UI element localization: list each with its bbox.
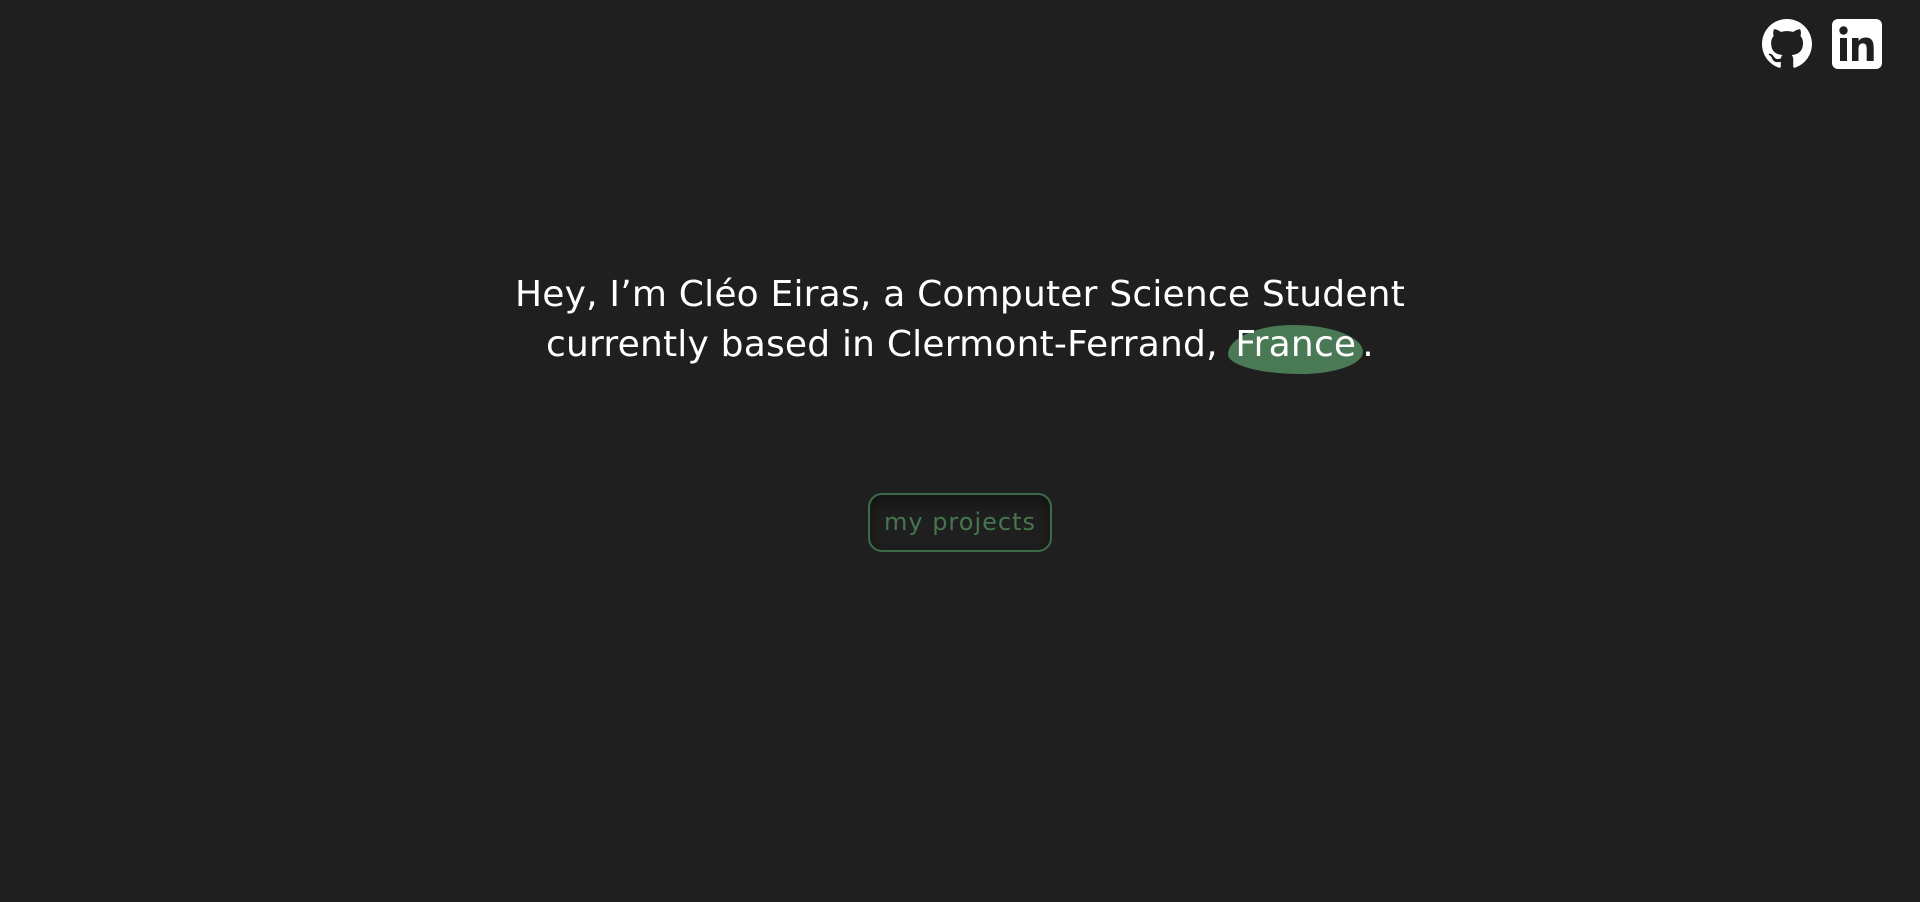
role-text: , a Computer Science Student	[859, 274, 1406, 315]
name-link[interactable]: Cléo Eiras	[678, 270, 861, 320]
location-text: currently based in Clermont-Ferrand,	[546, 324, 1230, 365]
social-links	[1762, 19, 1882, 69]
intro-line-2: currently based in Clermont-Ferrand, Fra…	[0, 320, 1920, 374]
period-text: .	[1362, 324, 1374, 365]
country-highlight: France	[1228, 320, 1364, 374]
linkedin-link[interactable]	[1832, 19, 1882, 69]
github-link[interactable]	[1762, 19, 1812, 69]
intro-line-1: Hey, I’m Cléo Eiras, a Computer Science …	[0, 270, 1920, 320]
github-icon	[1762, 19, 1812, 68]
cta-container: my projects	[0, 493, 1920, 552]
greeting-text: Hey, I’m	[514, 274, 679, 315]
linkedin-icon	[1832, 19, 1882, 69]
hero-intro: Hey, I’m Cléo Eiras, a Computer Science …	[0, 270, 1920, 374]
my-projects-button[interactable]: my projects	[867, 493, 1052, 552]
country-text: France	[1235, 324, 1357, 365]
name-text: Cléo Eiras	[678, 274, 860, 315]
